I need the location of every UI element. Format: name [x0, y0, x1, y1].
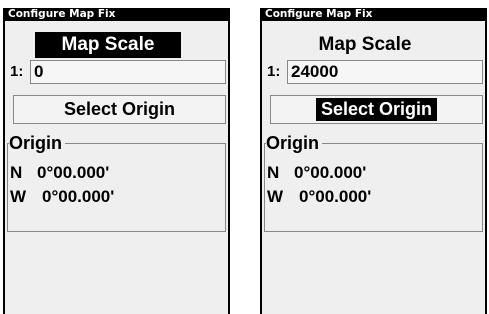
latitude-value: 0°00.000'	[37, 163, 110, 182]
latitude-direction: N	[10, 163, 23, 182]
longitude-direction: W	[267, 187, 284, 206]
origin-group-label: Origin	[266, 133, 322, 153]
longitude-row: W 0°00.000'	[267, 186, 371, 208]
longitude-direction: W	[10, 187, 27, 206]
config-screen-right: Configure Map Fix Map Scale 1: 24000 Sel…	[260, 8, 487, 314]
select-origin-label: Select Origin	[63, 99, 176, 119]
latitude-row: N 0°00.000'	[10, 162, 109, 184]
latitude-value: 0°00.000'	[294, 163, 367, 182]
longitude-row: W 0°00.000'	[10, 186, 114, 208]
latitude-row: N 0°00.000'	[267, 162, 366, 184]
select-origin-label: Select Origin	[315, 98, 438, 121]
map-scale-heading[interactable]: Map Scale	[292, 32, 438, 58]
origin-group: Origin N 0°00.000' W 0°00.000'	[7, 133, 226, 232]
origin-group-label: Origin	[9, 133, 65, 153]
select-origin-button[interactable]: Select Origin	[270, 95, 483, 124]
select-origin-button[interactable]: Select Origin	[13, 95, 226, 124]
origin-group: Origin N 0°00.000' W 0°00.000'	[264, 133, 483, 232]
scale-prefix: 1:	[267, 63, 281, 80]
map-scale-input[interactable]: 24000	[287, 60, 483, 84]
longitude-value: 0°00.000'	[299, 187, 372, 206]
dialog-title: Configure Map Fix	[5, 8, 228, 21]
map-scale-input[interactable]: 0	[30, 60, 226, 84]
map-scale-heading[interactable]: Map Scale	[35, 32, 181, 58]
longitude-value: 0°00.000'	[42, 187, 115, 206]
scale-prefix: 1:	[10, 63, 24, 80]
dialog-title: Configure Map Fix	[262, 8, 485, 21]
config-screen-left: Configure Map Fix Map Scale 1: 0 Select …	[3, 8, 230, 314]
latitude-direction: N	[267, 163, 280, 182]
